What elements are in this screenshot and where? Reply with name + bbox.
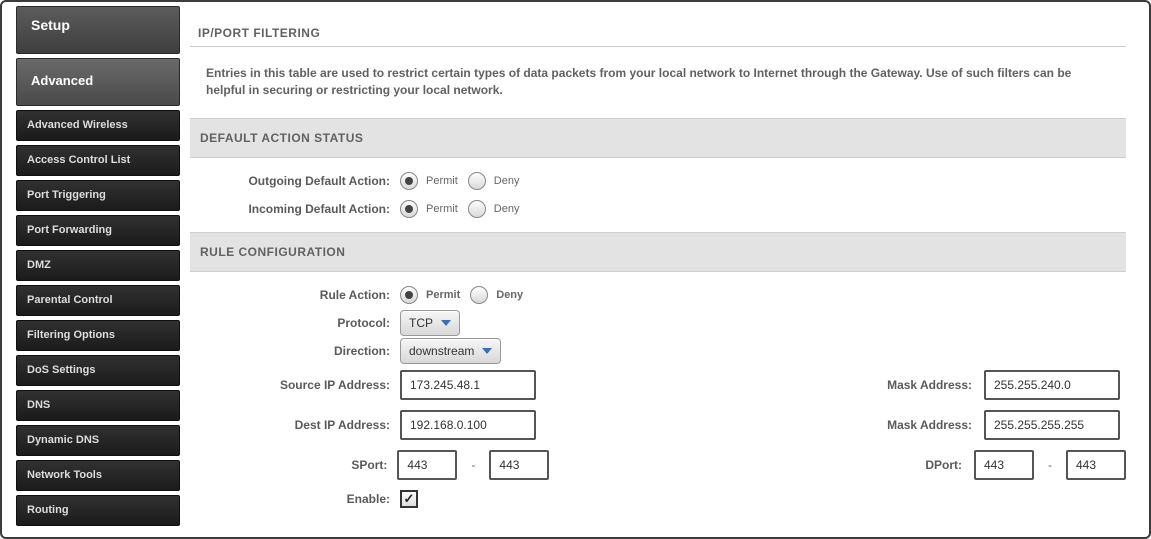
- chevron-down-icon: [441, 320, 451, 326]
- source-mask-label: Mask Address:: [536, 378, 984, 392]
- source-ip-input[interactable]: [400, 370, 536, 400]
- sidebar-section-setup[interactable]: Setup: [16, 6, 180, 54]
- sidebar-item-label: Routing: [27, 504, 69, 516]
- outgoing-deny-radio[interactable]: [468, 172, 486, 190]
- chevron-down-icon: [482, 348, 492, 354]
- rule-action-deny-radio[interactable]: [470, 286, 488, 304]
- sidebar-item-filtering-options[interactable]: Filtering Options: [16, 320, 180, 351]
- outgoing-default-action-label: Outgoing Default Action:: [190, 174, 400, 188]
- default-action-form: Outgoing Default Action: Permit Deny Inc…: [190, 158, 1126, 232]
- sidebar-item-dynamic-dns[interactable]: Dynamic DNS: [16, 425, 180, 456]
- sidebar-item-parental-control[interactable]: Parental Control: [16, 285, 180, 316]
- sidebar-item-port-triggering[interactable]: Port Triggering: [16, 180, 180, 211]
- sidebar-item-dos-settings[interactable]: DoS Settings: [16, 355, 180, 386]
- dport-to-input[interactable]: [1066, 450, 1126, 480]
- enable-label: Enable:: [190, 492, 400, 506]
- sidebar-item-network-tools[interactable]: Network Tools: [16, 460, 180, 491]
- sidebar-item-dns[interactable]: DNS: [16, 390, 180, 421]
- section-header-rule-config: RULE CONFIGURATION: [190, 232, 1126, 272]
- sidebar-item-label: Port Forwarding: [27, 224, 112, 236]
- main-content: IP/PORT FILTERING Entries in this table …: [190, 10, 1134, 533]
- sidebar-item-dmz[interactable]: DMZ: [16, 250, 180, 281]
- sidebar-item-advanced-wireless[interactable]: Advanced Wireless: [16, 110, 180, 141]
- dport-range-dash: -: [1038, 458, 1062, 472]
- sidebar-section-label: Setup: [31, 17, 70, 33]
- sidebar-item-label: DMZ: [27, 259, 51, 271]
- dest-ip-label: Dest IP Address:: [190, 418, 400, 432]
- source-ip-label: Source IP Address:: [190, 378, 400, 392]
- rule-action-label: Rule Action:: [190, 288, 400, 302]
- incoming-deny-label: Deny: [494, 203, 520, 215]
- outgoing-deny-label: Deny: [494, 175, 520, 187]
- incoming-default-action-label: Incoming Default Action:: [190, 202, 400, 216]
- sidebar-item-access-control-list[interactable]: Access Control List: [16, 145, 180, 176]
- sidebar-section-label: Advanced: [31, 73, 93, 88]
- sidebar-item-port-forwarding[interactable]: Port Forwarding: [16, 215, 180, 246]
- sidebar-item-label: Filtering Options: [27, 329, 115, 341]
- outgoing-permit-radio[interactable]: [400, 172, 418, 190]
- rule-action-permit-radio[interactable]: [400, 286, 418, 304]
- sport-range-dash: -: [461, 458, 485, 472]
- sport-to-input[interactable]: [489, 450, 549, 480]
- incoming-permit-label: Permit: [426, 203, 458, 215]
- sport-from-input[interactable]: [397, 450, 457, 480]
- rule-action-deny-label: Deny: [496, 289, 523, 301]
- sidebar-item-label: DNS: [27, 399, 50, 411]
- sidebar-item-label: Access Control List: [27, 154, 130, 166]
- dport-label: DPort:: [549, 458, 974, 472]
- protocol-select[interactable]: TCP: [400, 310, 460, 336]
- outgoing-permit-label: Permit: [426, 175, 458, 187]
- direction-select[interactable]: downstream: [400, 338, 501, 364]
- section-header-default-action: DEFAULT ACTION STATUS: [190, 118, 1126, 158]
- sidebar-item-label: Dynamic DNS: [27, 434, 99, 446]
- dport-from-input[interactable]: [974, 450, 1034, 480]
- router-admin-frame: Setup Advanced Advanced Wireless Access …: [0, 0, 1151, 539]
- sidebar: Setup Advanced Advanced Wireless Access …: [16, 6, 180, 537]
- rule-action-permit-label: Permit: [426, 289, 460, 301]
- dest-mask-input[interactable]: [984, 410, 1120, 440]
- sidebar-item-label: Parental Control: [27, 294, 113, 306]
- direction-label: Direction:: [190, 344, 400, 358]
- rule-config-form: Rule Action: Permit Deny Protocol: TCP: [190, 272, 1126, 522]
- dest-ip-input[interactable]: [400, 410, 536, 440]
- sidebar-item-label: Advanced Wireless: [27, 119, 128, 131]
- dest-mask-label: Mask Address:: [536, 418, 984, 432]
- enable-checkbox[interactable]: [400, 490, 418, 508]
- page-intro: Entries in this table are used to restri…: [190, 47, 1110, 118]
- sidebar-item-label: Port Triggering: [27, 189, 106, 201]
- protocol-select-value: TCP: [409, 316, 433, 330]
- incoming-permit-radio[interactable]: [400, 200, 418, 218]
- sport-label: SPort:: [190, 458, 397, 472]
- sidebar-item-label: DoS Settings: [27, 364, 95, 376]
- sidebar-item-routing[interactable]: Routing: [16, 495, 180, 526]
- sidebar-item-label: Network Tools: [27, 469, 102, 481]
- incoming-deny-radio[interactable]: [468, 200, 486, 218]
- page-title: IP/PORT FILTERING: [190, 10, 1126, 47]
- protocol-label: Protocol:: [190, 316, 400, 330]
- direction-select-value: downstream: [409, 344, 474, 358]
- sidebar-section-advanced[interactable]: Advanced: [16, 58, 180, 106]
- source-mask-input[interactable]: [984, 370, 1120, 400]
